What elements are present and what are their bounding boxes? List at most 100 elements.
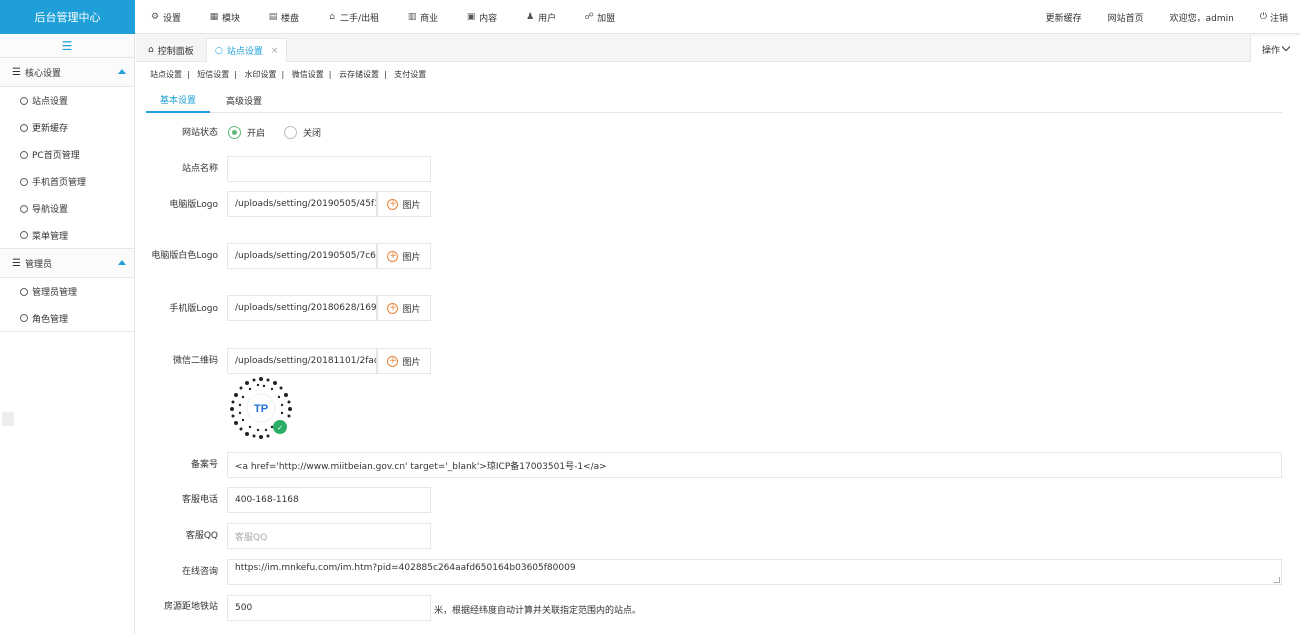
radio-unchecked-icon [284, 126, 297, 139]
link-watermark-settings[interactable]: 水印设置 [245, 70, 277, 79]
service-qq-input[interactable]: 客服QQ [227, 523, 431, 549]
sidebar-group-core[interactable]: ☰ 核心设置 [0, 58, 134, 87]
menu-toggle-icon[interactable]: ☰ [0, 34, 134, 58]
pc-white-logo-input[interactable]: /uploads/setting/20190505/7c6d2 [227, 243, 377, 269]
topnav-secondhand[interactable]: ⌂ 二手/出租 [327, 11, 379, 24]
qr-code-graphic: TP ✓ [230, 377, 292, 439]
house-icon: ⌂ [329, 12, 335, 22]
pc-white-logo-upload-button[interactable]: + 图片 [377, 243, 431, 269]
status-off-radio[interactable]: 关闭 [284, 126, 321, 139]
service-phone-label: 客服电话 [181, 495, 218, 505]
site-name-input[interactable] [227, 156, 431, 182]
wechat-qr-upload-button[interactable]: + 图片 [377, 348, 431, 374]
sidebar-item-mobile-home[interactable]: 手机首页管理 [0, 168, 134, 195]
status-on-radio[interactable]: 开启 [228, 126, 265, 139]
upload-label: 图片 [402, 304, 421, 315]
topnav-label: 楼盘 [281, 13, 300, 24]
pc-logo-upload-button[interactable]: + 图片 [377, 191, 431, 217]
sidebar-item-label: 菜单管理 [32, 231, 69, 242]
handshake-icon: ☍ [584, 12, 594, 22]
online-consult-textarea[interactable]: https://im.mnkefu.com/im.htm?pid=402885c… [227, 559, 1282, 585]
radio-label: 开启 [247, 129, 266, 139]
circle-icon [20, 204, 28, 213]
settings-subtabs: 基本设置 高级设置 [146, 88, 1282, 113]
topnav-settings[interactable]: ⚙ 设置 [150, 11, 181, 24]
topnav-content[interactable]: ▣ 内容 [466, 11, 497, 24]
topnav-label: 模块 [222, 13, 241, 24]
subway-distance-input[interactable]: 500 [227, 595, 431, 621]
sidebar-item-role-manage[interactable]: 角色管理 [0, 305, 134, 332]
sidebar-item-label: 导航设置 [32, 205, 69, 215]
mobile-logo-input[interactable]: /uploads/setting/20180628/1690d [227, 295, 377, 321]
topnav-label: 加盟 [597, 13, 616, 24]
sidebar-item-admin-manage[interactable]: 管理员管理 [0, 278, 134, 305]
tab-dashboard[interactable]: ⌂ 控制面板 [140, 38, 202, 62]
radio-label: 关闭 [303, 129, 322, 139]
document-icon: ▣ [466, 12, 476, 22]
logout-link[interactable]: ⏻ 注销 [1260, 11, 1288, 24]
site-name-label: 站点名称 [181, 164, 218, 174]
wechat-qr-input[interactable]: /uploads/setting/20181101/2fadb8 [227, 348, 377, 374]
topnav-label: 设置 [163, 13, 182, 24]
sidebar-item-refresh-cache[interactable]: 更新缓存 [0, 114, 134, 141]
mobile-logo-upload-button[interactable]: + 图片 [377, 295, 431, 321]
link-site-settings[interactable]: 站点设置 [150, 70, 182, 79]
refresh-cache-link[interactable]: 更新缓存 [1046, 11, 1082, 24]
divider: | [328, 70, 332, 79]
pc-logo-input[interactable]: /uploads/setting/20190505/45f1c4 [227, 191, 377, 217]
collapse-handle[interactable] [2, 412, 14, 426]
tab-label: 站点设置 [226, 47, 263, 57]
wechat-qr-label: 微信二维码 [172, 356, 218, 366]
topnav-franchise[interactable]: ☍ 加盟 [584, 11, 616, 24]
wechat-badge-icon: ✓ [277, 425, 283, 432]
app-title[interactable]: 后台管理中心 [0, 0, 135, 34]
sidebar-item-menu-manage[interactable]: 菜单管理 [0, 222, 134, 249]
link-payment-settings[interactable]: 支付设置 [394, 70, 426, 79]
top-right-menu: 更新缓存 网站首页 欢迎您，admin ⏻ 注销 [1020, 0, 1288, 34]
sidebar-group-label: 核心设置 [24, 68, 61, 79]
resize-grip-icon[interactable] [1274, 577, 1280, 583]
link-sms-settings[interactable]: 短信设置 [197, 70, 229, 79]
topnav-buildings[interactable]: ▤ 楼盘 [268, 11, 299, 24]
divider: | [384, 70, 387, 79]
topnav-commercial[interactable]: ▥ 商业 [407, 11, 438, 24]
gear-icon: ⚙ [150, 12, 160, 22]
pc-logo-label: 电脑版Logo [169, 200, 218, 210]
subway-distance-note: 米，根据经纬度自动计算并关联指定范围内的站点。 [434, 606, 642, 616]
sidebar-item-label: 角色管理 [32, 314, 69, 325]
icp-input[interactable]: <a href='http://www.miitbeian.gov.cn' ta… [227, 452, 1282, 478]
subway-distance-label: 房源距地铁站 [163, 602, 218, 612]
sidebar-group-label: 管理员 [24, 259, 52, 270]
link-cloud-storage-settings[interactable]: 云存储设置 [339, 70, 379, 79]
logout-label: 注销 [1269, 13, 1288, 24]
service-phone-input[interactable]: 400-168-1168 [227, 487, 431, 513]
building-icon: ▤ [268, 12, 278, 22]
tab-site-settings[interactable]: ○ 站点设置 × [206, 38, 288, 62]
settings-links: 站点设置 | 短信设置 | 水印设置 | 微信设置 | 云存储设置 | 支付设置 [150, 69, 426, 80]
topnav-users[interactable]: ♟ 用户 [525, 11, 556, 24]
circle-icon [20, 231, 28, 239]
list-icon: ☰ [12, 66, 21, 78]
site-home-link[interactable]: 网站首页 [1108, 11, 1144, 24]
operate-dropdown[interactable]: 操作 [1250, 36, 1300, 62]
grid-icon: ▦ [209, 12, 219, 22]
plus-circle-icon: + [387, 250, 399, 262]
sidebar-group-admin[interactable]: ☰ 管理员 [0, 249, 134, 278]
pc-white-logo-label: 电脑版白色Logo [151, 251, 218, 261]
tab-advanced-settings[interactable]: 高级设置 [212, 88, 276, 113]
sidebar-item-label: PC首页管理 [32, 151, 80, 161]
topnav-modules[interactable]: ▦ 模块 [209, 11, 240, 24]
shop-icon: ▥ [407, 12, 417, 22]
circle-icon [20, 150, 28, 159]
close-icon[interactable]: × [271, 46, 279, 56]
online-consult-value: https://im.mnkefu.com/im.htm?pid=402885c… [235, 563, 576, 573]
tab-basic-settings[interactable]: 基本设置 [146, 88, 211, 113]
link-wechat-settings[interactable]: 微信设置 [292, 70, 324, 79]
sidebar-item-site-settings[interactable]: 站点设置 [0, 87, 134, 114]
sidebar-item-nav-settings[interactable]: 导航设置 [0, 195, 134, 222]
welcome-text[interactable]: 欢迎您，admin [1170, 11, 1234, 24]
divider: | [281, 70, 285, 79]
divider: | [234, 70, 237, 79]
operate-label: 操作 [1261, 45, 1280, 56]
sidebar-item-pc-home[interactable]: PC首页管理 [0, 141, 134, 168]
